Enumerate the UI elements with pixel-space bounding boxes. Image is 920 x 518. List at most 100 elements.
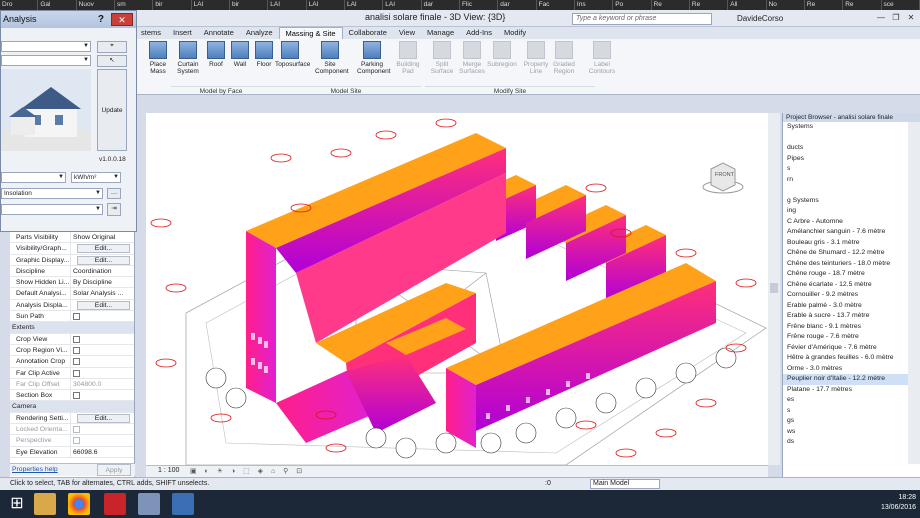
browser-tab[interactable]: Gal xyxy=(38,0,77,10)
browser-tree-item[interactable]: Systems xyxy=(783,122,920,133)
properties-section-header[interactable]: Camera xyxy=(10,401,134,413)
help-icon[interactable]: ? xyxy=(98,11,104,28)
maximize-icon[interactable]: ❐ xyxy=(890,12,902,23)
browser-tree-item[interactable]: ds xyxy=(783,437,920,448)
property-value[interactable]: Show Original xyxy=(71,232,134,242)
browser-tab[interactable]: Ins xyxy=(575,0,614,10)
browser-tree-item[interactable]: Chêne des teinturiers - 18.0 mètre xyxy=(783,259,920,270)
ribbon-tab[interactable]: View xyxy=(393,27,421,39)
update-button[interactable]: Update xyxy=(97,69,127,151)
browser-tab[interactable]: Re xyxy=(690,0,729,10)
ribbon-button[interactable]: Parking Component xyxy=(357,41,391,85)
close-icon[interactable]: ✕ xyxy=(905,12,917,23)
user-name[interactable]: DavideCorso xyxy=(737,14,783,23)
property-value[interactable] xyxy=(71,368,134,378)
property-value[interactable]: Edit... xyxy=(71,300,134,310)
browser-tree-item[interactable]: Orme - 3.0 mètres xyxy=(783,364,920,375)
ribbon-tab[interactable]: Manage xyxy=(421,27,460,39)
browser-tab[interactable]: No xyxy=(767,0,805,10)
browser-tree-item[interactable]: Févier d'Amérique - 7.6 mètre xyxy=(783,343,920,354)
browser-tree-item[interactable]: Erable à sucre - 13.7 mètre xyxy=(783,311,920,322)
browser-tree-item[interactable]: Chêne rouge - 18.7 mètre xyxy=(783,269,920,280)
properties-help-link[interactable]: Properties help xyxy=(12,466,58,473)
property-value[interactable] xyxy=(71,435,134,445)
ribbon-button[interactable]: Site Component xyxy=(315,41,349,85)
checkbox[interactable] xyxy=(73,392,80,400)
checkbox[interactable] xyxy=(73,358,80,366)
browse-button[interactable]: … xyxy=(107,188,121,199)
windows-start-icon[interactable]: ⊞ xyxy=(6,493,28,515)
revit-icon[interactable] xyxy=(172,493,194,515)
system-clock[interactable]: 18:28 13/06/2016 xyxy=(881,493,916,513)
result-type-select[interactable]: Insolation ▼ xyxy=(1,188,103,199)
unit-select[interactable]: kWh/m² ▼ xyxy=(71,172,121,183)
search-input[interactable]: Type a keyword or phrase xyxy=(572,13,712,25)
property-value[interactable]: 304800.0 xyxy=(71,379,134,389)
browser-tree-item[interactable]: s xyxy=(783,406,920,417)
edit-button[interactable]: Edit... xyxy=(77,244,130,254)
3d-viewport[interactable]: FRONT xyxy=(146,113,768,465)
browser-tree-item[interactable]: Chêne écarlate - 12.5 mètre xyxy=(783,280,920,291)
browser-tab[interactable]: Nuov xyxy=(77,0,115,10)
browser-tree-item[interactable]: Hêtre à grandes feuilles - 6.0 mètre xyxy=(783,353,920,364)
ribbon-tab[interactable]: Analyze xyxy=(240,27,279,39)
browser-tree-item[interactable]: Peuplier noir d'Italie - 12.2 mètre xyxy=(783,374,920,385)
browser-tree-item[interactable] xyxy=(783,133,920,144)
property-value[interactable]: Coordination xyxy=(71,266,134,276)
browser-tree-item[interactable]: s xyxy=(783,164,920,175)
ribbon-tab[interactable]: stems xyxy=(135,27,167,39)
property-value[interactable] xyxy=(71,345,134,355)
edit-button[interactable]: Edit... xyxy=(77,413,130,423)
eyedropper-button[interactable]: ⌖ xyxy=(97,41,127,53)
property-value[interactable] xyxy=(71,424,134,434)
browser-tab[interactable]: LAI xyxy=(345,0,384,10)
property-value[interactable] xyxy=(71,334,134,344)
ribbon-tab[interactable]: Annotate xyxy=(198,27,240,39)
autocad-icon[interactable] xyxy=(104,493,126,515)
ribbon-button[interactable]: Graded Region xyxy=(549,41,579,85)
viewport-scrollbar[interactable] xyxy=(768,113,780,465)
browser-tree-item[interactable]: Bouleau gris - 3.1 mètre xyxy=(783,238,920,249)
browser-tree-item[interactable]: Amélanchier sanguin - 7.6 mètre xyxy=(783,227,920,238)
app-icon[interactable] xyxy=(138,493,160,515)
browser-tab[interactable]: Po xyxy=(613,0,652,10)
edit-button[interactable]: Edit... xyxy=(77,300,130,310)
browser-tab[interactable]: Re xyxy=(805,0,844,10)
browser-tab[interactable]: dar xyxy=(498,0,537,10)
property-value[interactable]: Solar Analysis ... xyxy=(71,288,134,298)
browser-tab[interactable]: Re xyxy=(843,0,882,10)
ribbon-tab[interactable]: Insert xyxy=(167,27,198,39)
dialog-close-button[interactable]: ✕ xyxy=(111,13,133,26)
browser-tree-item[interactable]: es xyxy=(783,395,920,406)
browser-tree-item[interactable]: ing xyxy=(783,206,920,217)
checkbox[interactable] xyxy=(73,426,80,434)
browser-tree-item[interactable]: Cornouiller - 9.2 mètres xyxy=(783,290,920,301)
export-icon[interactable]: ⇥ xyxy=(107,203,121,216)
ribbon-button[interactable]: Property Line xyxy=(521,41,551,85)
browser-tab[interactable]: LAI xyxy=(307,0,345,10)
property-value[interactable] xyxy=(71,356,134,366)
browser-tree-item[interactable]: Frêne rouge - 7.6 mètre xyxy=(783,332,920,343)
ribbon-button[interactable]: Place Mass xyxy=(143,41,173,85)
minimize-icon[interactable]: — xyxy=(875,12,887,23)
ribbon-button[interactable]: Curtain System xyxy=(173,41,203,85)
ribbon-button[interactable]: Toposurface xyxy=(275,41,310,85)
file-explorer-icon[interactable] xyxy=(34,493,56,515)
browser-tab[interactable]: Fac xyxy=(537,0,575,10)
ribbon-tab[interactable]: Massing & Site xyxy=(278,27,343,39)
ribbon-tab[interactable]: Modify xyxy=(498,27,532,39)
browser-tab[interactable]: sce xyxy=(882,0,920,10)
ribbon-button[interactable]: Label Contours xyxy=(587,41,617,85)
checkbox[interactable] xyxy=(73,437,80,445)
viewcube[interactable]: FRONT xyxy=(701,155,745,199)
browser-tree-item[interactable]: Frêne blanc - 9.1 mètres xyxy=(783,322,920,333)
property-value[interactable]: Edit... xyxy=(71,255,134,265)
ribbon-button[interactable]: Split Surface xyxy=(427,41,457,85)
property-value[interactable]: Edit... xyxy=(71,413,134,423)
edit-button[interactable]: Edit... xyxy=(77,255,130,265)
ribbon-tab[interactable]: Collaborate xyxy=(343,27,393,39)
browser-tab[interactable]: Re xyxy=(652,0,690,10)
browser-tab[interactable]: sm xyxy=(115,0,154,10)
browser-scrollbar[interactable] xyxy=(908,122,920,464)
view-control-icons[interactable]: ▣ ◐ ☀ ◑ ⬚ ◈ ⌂ ⚲ ⊡ xyxy=(190,467,305,475)
